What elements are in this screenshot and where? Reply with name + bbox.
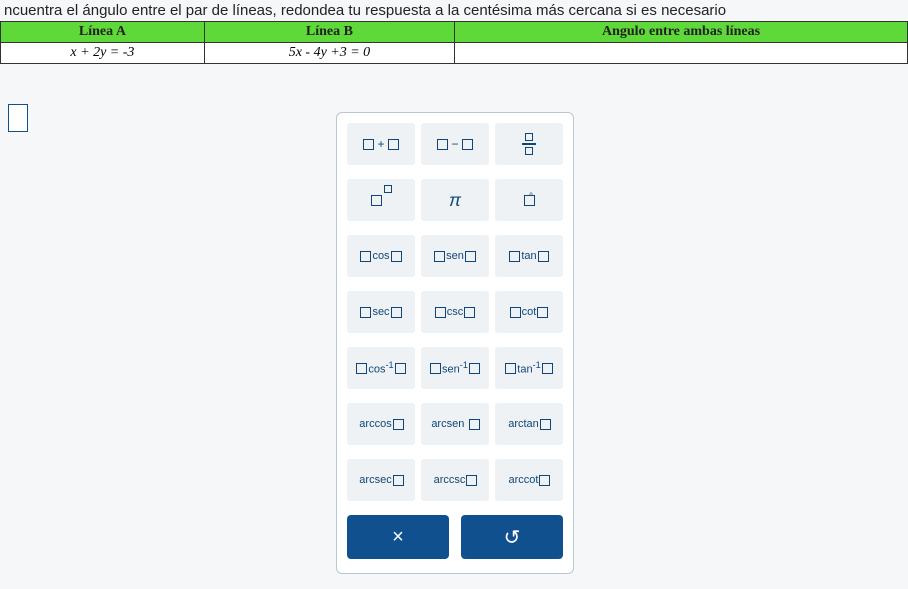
cell-angle-answer[interactable] <box>455 43 908 64</box>
reset-icon: ↺ <box>504 525 521 550</box>
key-cos-inverse[interactable]: cos-1 <box>347 347 415 389</box>
question-text: ncuentra el ángulo entre el par de línea… <box>0 0 908 21</box>
key-sec[interactable]: sec <box>347 291 415 333</box>
key-arccsc[interactable]: arccsc <box>421 459 489 501</box>
key-tan-inverse[interactable]: tan-1 <box>495 347 563 389</box>
key-pi[interactable]: π <box>421 179 489 221</box>
key-sen-inverse[interactable]: sen-1 <box>421 347 489 389</box>
key-arcsen[interactable]: arcsen <box>421 403 489 445</box>
reset-button[interactable]: ↺ <box>461 515 563 559</box>
close-icon: × <box>392 526 404 549</box>
key-arcsec[interactable]: arcsec <box>347 459 415 501</box>
cell-line-b: 5x - 4y +3 = 0 <box>204 43 454 64</box>
key-cos[interactable]: cos <box>347 235 415 277</box>
key-tan[interactable]: tan <box>495 235 563 277</box>
key-arccot[interactable]: arccot <box>495 459 563 501</box>
key-plus[interactable]: + <box>347 123 415 165</box>
key-arccos[interactable]: arccos <box>347 403 415 445</box>
key-fraction[interactable] <box>495 123 563 165</box>
key-arctan[interactable]: arctan <box>495 403 563 445</box>
close-button[interactable]: × <box>347 515 449 559</box>
header-line-b: Línea B <box>204 22 454 43</box>
key-minus[interactable]: − <box>421 123 489 165</box>
key-exponent[interactable] <box>347 179 415 221</box>
key-csc[interactable]: csc <box>421 291 489 333</box>
key-cot[interactable]: cot <box>495 291 563 333</box>
header-angle: Angulo entre ambas líneas <box>455 22 908 43</box>
header-line-a: Línea A <box>1 22 205 43</box>
cell-line-a: x + 2y = -3 <box>1 43 205 64</box>
problem-table: Línea A Línea B Angulo entre ambas línea… <box>0 21 908 64</box>
key-sen[interactable]: sen <box>421 235 489 277</box>
key-degree[interactable] <box>495 179 563 221</box>
math-keypad: + − π cos sen tan sec csc <box>336 112 574 574</box>
answer-input[interactable] <box>8 104 28 132</box>
